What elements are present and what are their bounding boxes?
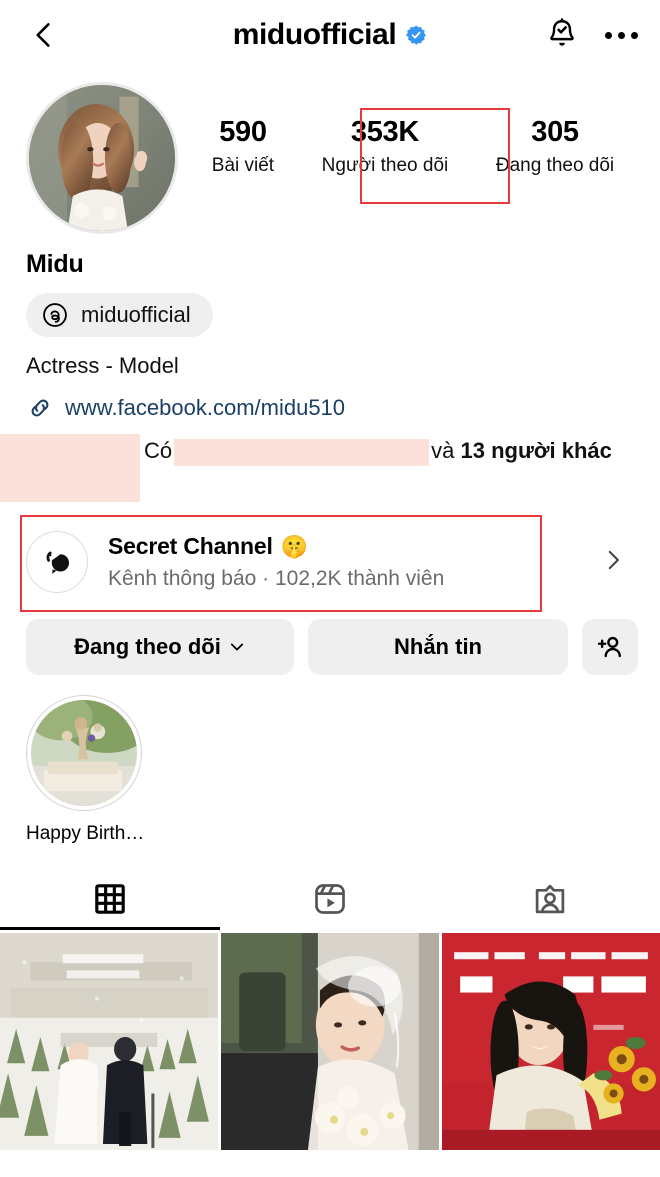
broadcast-channel-icon xyxy=(46,551,70,574)
secret-channel-card[interactable]: Secret Channel 🤫 Kênh thông báo · 102,2K… xyxy=(26,519,638,605)
display-name: Midu xyxy=(26,250,84,278)
post-image xyxy=(221,933,439,1150)
threads-logo-icon xyxy=(43,303,67,327)
tagged-tab[interactable] xyxy=(440,868,660,930)
redacted-avatars xyxy=(0,434,140,502)
following-label: Đang theo dõi xyxy=(495,155,615,177)
avatar-ring[interactable] xyxy=(26,82,178,234)
highlight-photo xyxy=(31,700,137,806)
notifications-button[interactable] xyxy=(545,18,579,52)
stat-following[interactable]: 305 Đang theo dõi xyxy=(490,114,620,178)
following-button-label: Đang theo dõi xyxy=(74,634,221,659)
followers-label: Người theo dõi xyxy=(321,155,449,177)
avatar-photo xyxy=(29,85,175,231)
post-thumbnail[interactable] xyxy=(221,933,439,1150)
highlight-item[interactable]: Happy Birth… xyxy=(26,695,142,845)
post-thumbnail[interactable] xyxy=(442,933,660,1150)
mutual-prefix: Có xyxy=(144,438,173,463)
mutual-count: 13 người khác xyxy=(460,438,612,463)
profile-summary: 590 Bài viết 353K Người theo dõi 305 Đan… xyxy=(0,70,660,234)
post-thumbnail[interactable] xyxy=(0,933,218,1150)
stats-row: 590 Bài viết 353K Người theo dõi 305 Đan… xyxy=(188,82,638,178)
mutual-connector: và xyxy=(431,438,455,463)
header-actions xyxy=(545,18,638,52)
highlight-thumbnail xyxy=(31,700,137,806)
chevron-right-icon xyxy=(608,550,619,569)
threads-badge[interactable]: miduofficial xyxy=(26,293,213,337)
channel-subtitle: Kênh thông báo · 102,2K thành viên xyxy=(108,567,445,590)
post-image xyxy=(0,933,218,1150)
grid-icon xyxy=(95,884,125,914)
highlight-label: Happy Birth… xyxy=(26,823,142,844)
shushing-face-emoji: 🤫 xyxy=(280,533,308,559)
reels-icon xyxy=(315,884,345,914)
link-icon xyxy=(31,399,49,417)
posts-tab[interactable] xyxy=(0,868,220,930)
verified-badge-icon xyxy=(406,25,427,45)
page-title: miduofficial xyxy=(232,18,397,51)
profile-link-text: www.facebook.com/midu510 xyxy=(65,395,346,420)
profile-link[interactable]: www.facebook.com/midu510 xyxy=(26,394,634,422)
channel-avatar xyxy=(26,531,88,593)
following-count: 305 xyxy=(531,116,579,148)
posts-label: Bài viết xyxy=(211,155,275,177)
avatar xyxy=(29,85,175,231)
followers-count: 353K xyxy=(350,116,420,148)
threads-handle: miduofficial xyxy=(81,302,191,327)
message-button[interactable]: Nhắn tin xyxy=(308,619,568,675)
channel-title: Secret Channel xyxy=(108,533,273,559)
channel-title-row: Secret Channel 🤫 xyxy=(108,533,580,560)
story-highlights: Happy Birth… xyxy=(0,675,660,845)
redacted-name xyxy=(174,438,430,466)
following-button[interactable]: Đang theo dõi xyxy=(26,619,294,675)
message-button-label: Nhắn tin xyxy=(394,634,482,659)
post-grid xyxy=(0,933,660,1150)
stat-posts[interactable]: 590 Bài viết xyxy=(206,114,280,178)
back-button[interactable] xyxy=(22,13,66,57)
mutual-followers[interactable]: Cóvà 13 người khác theo dõi xyxy=(0,434,634,502)
action-buttons: Đang theo dõi Nhắn tin xyxy=(0,605,660,675)
highlight-ring xyxy=(26,695,142,811)
chevron-left-icon xyxy=(36,23,50,47)
channel-text: Secret Channel 🤫 Kênh thông báo · 102,2K… xyxy=(108,533,580,591)
chevron-down-icon xyxy=(230,643,243,651)
bio-text: Actress - Model xyxy=(26,353,179,378)
post-image xyxy=(442,933,660,1150)
more-options-icon xyxy=(605,31,638,39)
tagged-icon xyxy=(535,884,565,914)
add-person-icon xyxy=(597,636,621,658)
add-person-button[interactable] xyxy=(582,619,638,675)
bio-section: Midu miduofficial Actress - Model www.fa… xyxy=(0,234,660,502)
channel-chevron[interactable] xyxy=(600,547,632,578)
stat-followers[interactable]: 353K Người theo dõi xyxy=(316,114,455,178)
top-header: miduofficial xyxy=(0,0,660,70)
profile-tabs xyxy=(0,867,660,930)
more-options-button[interactable] xyxy=(605,31,638,39)
posts-count: 590 xyxy=(219,116,267,148)
reels-tab[interactable] xyxy=(220,868,440,930)
notification-bell-check-icon xyxy=(550,18,574,46)
